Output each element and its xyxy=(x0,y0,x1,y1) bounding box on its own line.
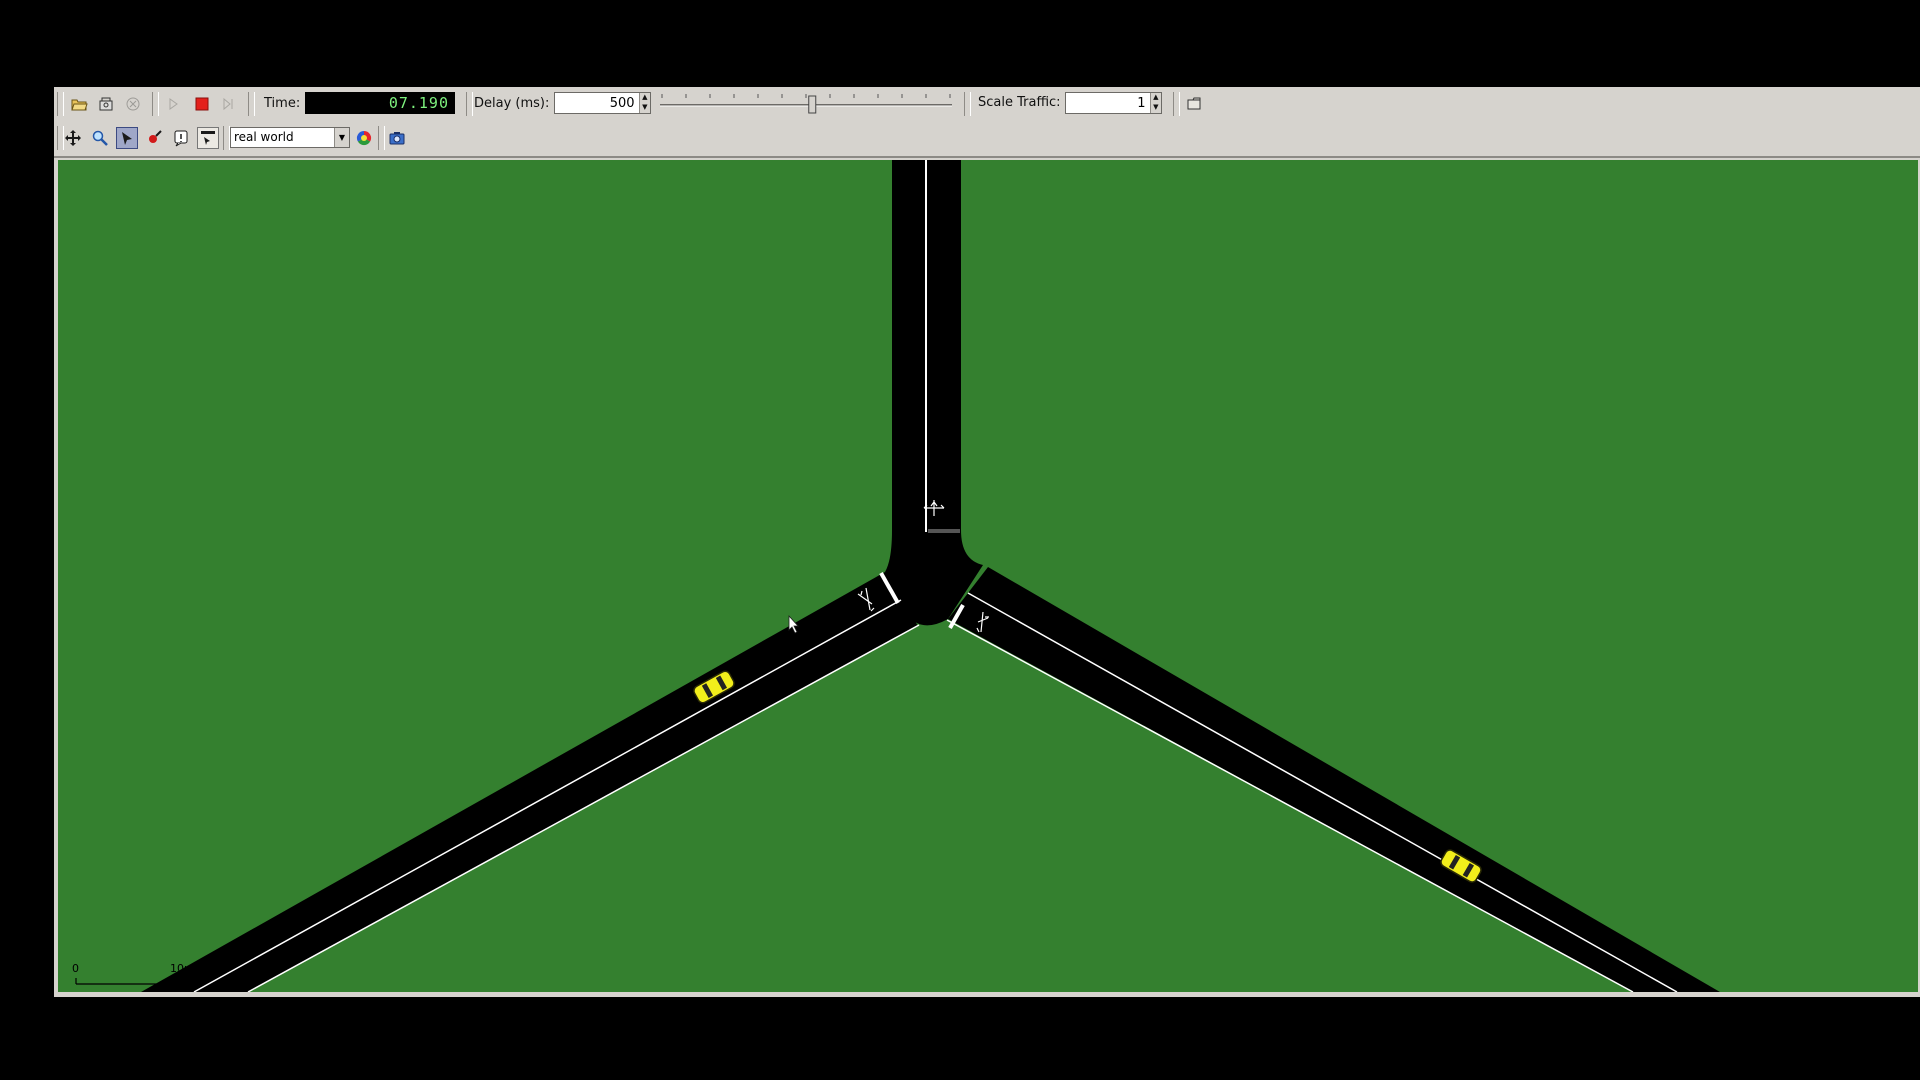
chevron-down-icon[interactable]: ▼ xyxy=(334,128,349,147)
select-icon[interactable] xyxy=(116,127,138,149)
reload-icon[interactable] xyxy=(95,93,117,115)
edit-icon[interactable] xyxy=(143,127,165,149)
color-icon[interactable] xyxy=(353,127,375,149)
toolbar-separator xyxy=(248,92,255,116)
delay-spinner[interactable]: ▲▼ xyxy=(554,92,651,114)
main-toolbar: Time: 07.190 Delay (ms): ▲▼ Scale Traffi… xyxy=(54,87,1920,122)
spin-down-icon[interactable]: ▼ xyxy=(640,103,650,113)
time-display: 07.190 xyxy=(305,92,455,114)
color-scheme-select[interactable]: real world ▼ xyxy=(230,127,350,148)
time-label: Time: xyxy=(264,96,301,111)
breakpoint-icon[interactable] xyxy=(1183,93,1205,115)
view-toolbar: real world ▼ xyxy=(54,121,1920,158)
breakpoints-icon[interactable] xyxy=(170,127,192,149)
menu-icon[interactable] xyxy=(197,127,219,149)
toolbar-separator xyxy=(1173,92,1180,116)
locate-icon[interactable] xyxy=(89,127,111,149)
slider-thumb[interactable] xyxy=(808,95,817,114)
spin-down-icon[interactable]: ▼ xyxy=(1151,103,1161,113)
recenter-icon[interactable] xyxy=(62,127,84,149)
stop-icon[interactable] xyxy=(191,93,213,115)
toolbar-separator xyxy=(466,92,473,116)
delay-slider[interactable] xyxy=(658,93,954,115)
delay-input[interactable] xyxy=(555,93,639,113)
scale-end-label: 10m xyxy=(170,962,195,975)
step-icon[interactable] xyxy=(217,93,239,115)
open-icon[interactable] xyxy=(68,93,90,115)
scale-traffic-spinner[interactable]: ▲▼ xyxy=(1065,92,1162,114)
color-scheme-value: real world xyxy=(234,130,294,144)
simulation-view[interactable]: 0 10m xyxy=(58,160,1918,992)
sumo-gui-window: Time: 07.190 Delay (ms): ▲▼ Scale Traffi… xyxy=(54,87,1920,997)
toolbar-separator xyxy=(223,126,230,150)
spin-up-icon[interactable]: ▲ xyxy=(1151,93,1161,103)
slider-ticks xyxy=(661,94,951,98)
scale-traffic-label: Scale Traffic: xyxy=(978,95,1061,110)
toolbar-separator xyxy=(152,92,159,116)
toolbar-separator xyxy=(964,92,971,116)
scale-start-label: 0 xyxy=(72,962,79,975)
spin-up-icon[interactable]: ▲ xyxy=(640,93,650,103)
close-icon[interactable] xyxy=(122,93,144,115)
screenshot-icon[interactable] xyxy=(386,127,408,149)
delay-label: Delay (ms): xyxy=(474,96,550,111)
toolbar-separator xyxy=(378,126,385,150)
toolbar-grip xyxy=(57,92,64,116)
run-icon[interactable] xyxy=(162,93,184,115)
scale-traffic-input[interactable] xyxy=(1066,93,1150,113)
